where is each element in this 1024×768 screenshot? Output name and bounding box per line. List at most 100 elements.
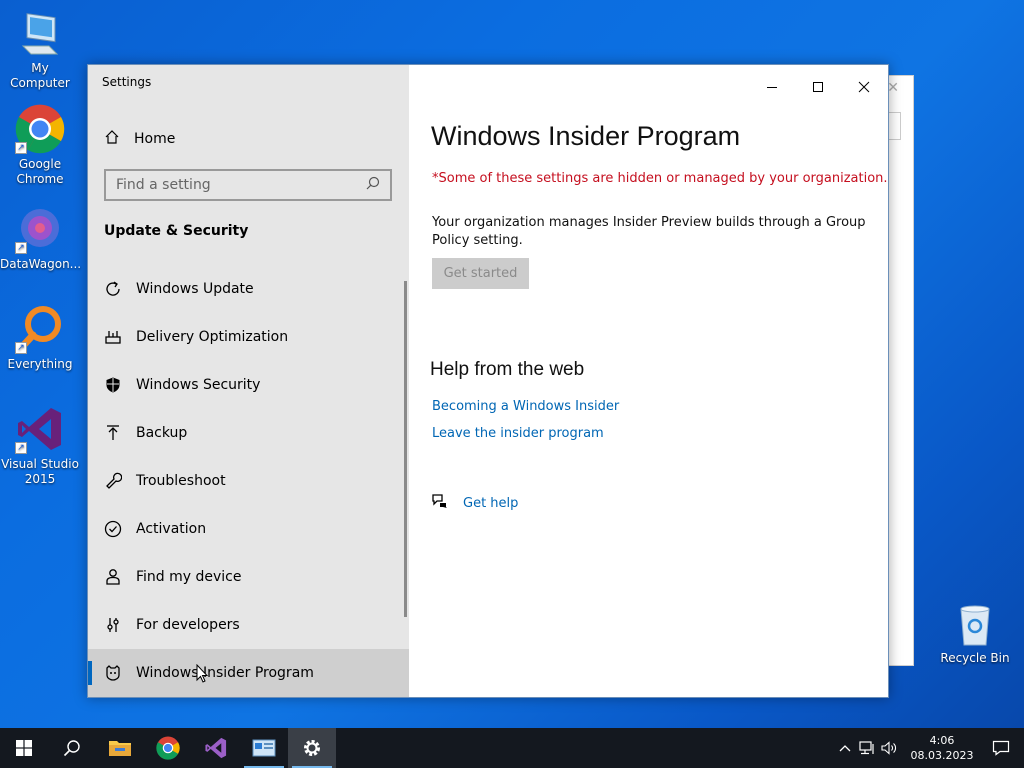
nav-item-label: Windows Insider Program — [136, 665, 314, 681]
get-started-button[interactable]: Get started — [432, 258, 529, 289]
taskbar-file-explorer[interactable] — [96, 728, 144, 768]
recycle-bin-label: Recycle Bin — [940, 651, 1010, 665]
clock-date: 08.03.2023 — [910, 749, 974, 762]
desktop-icon-label: Everything — [7, 357, 73, 371]
sidebar-scrollbar[interactable] — [404, 281, 407, 617]
volume-icon[interactable] — [878, 741, 900, 755]
visual-studio-icon — [205, 737, 227, 759]
gear-icon — [304, 740, 320, 756]
policy-text: Your organization manages Insider Previe… — [432, 215, 866, 248]
check-circle-icon — [104, 520, 122, 538]
minimize-button[interactable] — [749, 71, 795, 103]
nav-item-windows-insider-program[interactable]: Windows Insider Program — [88, 649, 409, 697]
desktop-icon-recycle-bin[interactable]: Recycle Bin — [940, 603, 1010, 665]
desktop-icon-visual-studio[interactable]: ↗ Visual Studio 2015 — [0, 404, 80, 487]
nav-item-troubleshoot[interactable]: Troubleshoot — [88, 457, 409, 505]
shield-icon — [104, 376, 122, 394]
link-leave-insider[interactable]: Leave the insider program — [432, 426, 604, 441]
chrome-icon: ↗ — [15, 104, 65, 154]
taskbar-control-panel[interactable] — [240, 728, 288, 768]
person-icon — [104, 568, 122, 586]
close-button[interactable] — [841, 71, 887, 103]
nav-item-label: Backup — [136, 425, 188, 441]
page-title: Windows Insider Program — [431, 121, 741, 151]
nav-item-label: Activation — [136, 521, 207, 537]
help-section-title: Help from the web — [430, 359, 585, 380]
chat-help-icon — [431, 493, 449, 513]
taskbar-clock[interactable]: 4:06 08.03.2023 — [906, 733, 978, 763]
notification-icon — [992, 740, 1010, 756]
get-help-label: Get help — [463, 495, 519, 511]
desktop-icon-everything[interactable]: ↗ Everything — [0, 304, 80, 372]
link-becoming-insider[interactable]: Becoming a Windows Insider — [432, 399, 619, 414]
nav-item-activation[interactable]: Activation — [88, 505, 409, 553]
notification-center-button[interactable] — [978, 728, 1024, 768]
section-title: Update & Security — [104, 223, 249, 239]
taskbar: 4:06 08.03.2023 — [0, 728, 1024, 768]
nav-item-label: Troubleshoot — [136, 473, 226, 489]
desktop-icon-label: DataWagon... — [0, 257, 82, 271]
settings-content: Windows Insider Program *Some of these s… — [409, 65, 888, 697]
settings-nav: Windows Update Delivery Optimization Win… — [88, 265, 409, 697]
nav-item-label: For developers — [136, 617, 240, 633]
close-icon[interactable]: ✕ — [887, 80, 899, 96]
search-icon — [63, 740, 80, 757]
control-panel-icon — [252, 739, 276, 757]
recycle-bin-icon — [953, 603, 997, 647]
taskbar-visual-studio[interactable] — [192, 728, 240, 768]
managed-notice: *Some of these settings are hidden or ma… — [432, 171, 888, 186]
desktop-icon-datawagon[interactable]: ↗ DataWagon... — [0, 204, 82, 272]
visual-studio-icon: ↗ — [15, 404, 65, 454]
mouse-cursor-icon — [196, 663, 209, 688]
nav-item-find-my-device[interactable]: Find my device — [88, 553, 409, 601]
nav-item-windows-security[interactable]: Windows Security — [88, 361, 409, 409]
nav-item-delivery-optimization[interactable]: Delivery Optimization — [88, 313, 409, 361]
nav-item-label: Delivery Optimization — [136, 329, 289, 345]
search-input[interactable]: Find a setting — [104, 169, 392, 201]
search-icon — [366, 176, 380, 194]
backup-icon — [104, 424, 122, 442]
folder-icon — [109, 741, 131, 756]
window-title: Settings — [102, 75, 152, 89]
network-icon[interactable] — [856, 741, 878, 755]
computer-icon — [15, 8, 65, 58]
chrome-icon — [156, 736, 180, 760]
desktop-icon-label: Visual Studio 2015 — [1, 457, 79, 486]
system-tray: 4:06 08.03.2023 — [834, 728, 1024, 768]
refresh-icon — [104, 280, 122, 298]
nav-item-windows-update[interactable]: Windows Update — [88, 265, 409, 313]
nav-item-for-developers[interactable]: For developers — [88, 601, 409, 649]
desktop-icon-my-computer[interactable]: My Computer — [0, 8, 80, 91]
search-button[interactable] — [48, 728, 96, 768]
insider-icon — [104, 664, 122, 682]
nav-item-label: Windows Security — [136, 377, 261, 393]
shortcut-arrow-icon: ↗ — [15, 442, 27, 454]
start-button[interactable] — [0, 728, 48, 768]
taskbar-chrome[interactable] — [144, 728, 192, 768]
minimize-icon — [767, 87, 777, 88]
home-icon — [104, 129, 120, 149]
shortcut-arrow-icon: ↗ — [15, 242, 27, 254]
chevron-up-icon[interactable] — [834, 744, 856, 752]
shortcut-arrow-icon: ↗ — [15, 142, 27, 154]
home-label: Home — [134, 131, 176, 147]
desktop-icon-label: Google Chrome — [16, 157, 64, 186]
nav-item-label: Windows Update — [136, 281, 254, 297]
maximize-icon — [813, 82, 823, 92]
settings-window: Settings Home Find a setting Update & Se… — [87, 64, 889, 698]
maximize-button[interactable] — [795, 71, 841, 103]
developer-icon — [104, 616, 122, 634]
get-help-link[interactable]: Get help — [431, 493, 518, 513]
desktop-icon-label: My Computer — [10, 61, 70, 90]
taskbar-settings[interactable] — [288, 728, 336, 768]
clock-time: 4:06 — [929, 734, 955, 747]
home-link[interactable]: Home — [104, 129, 175, 149]
settings-sidebar: Settings Home Find a setting Update & Se… — [88, 65, 409, 697]
shortcut-arrow-icon: ↗ — [15, 342, 27, 354]
delivery-icon — [104, 328, 122, 346]
search-placeholder: Find a setting — [116, 177, 211, 193]
desktop-icon-chrome[interactable]: ↗ Google Chrome — [0, 104, 80, 187]
nav-item-label: Find my device — [136, 569, 242, 585]
datawagon-icon: ↗ — [15, 204, 65, 254]
nav-item-backup[interactable]: Backup — [88, 409, 409, 457]
